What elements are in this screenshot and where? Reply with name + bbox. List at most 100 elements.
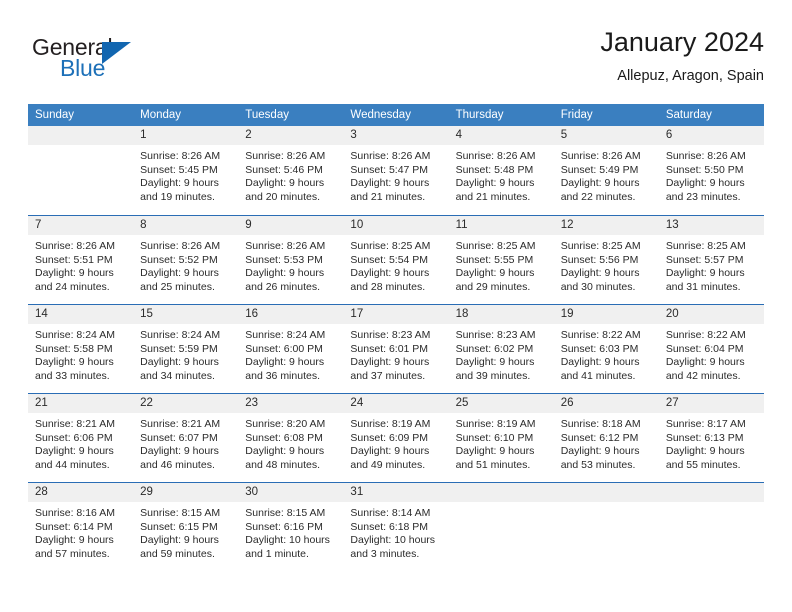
day-number-band: [28, 126, 134, 145]
daylight-line-2: and 31 minutes.: [665, 280, 741, 293]
daylight-line-2: and 55 minutes.: [665, 458, 741, 471]
sunrise-line: Sunrise: 8:23 AM: [350, 329, 431, 341]
sunrise-line: Sunrise: 8:26 AM: [245, 240, 326, 252]
day-number: 19: [560, 308, 574, 320]
sunrise-line: Sunrise: 8:26 AM: [350, 150, 431, 162]
day-number: 1: [140, 129, 147, 141]
general-blue-logo[interactable]: General Blue: [28, 34, 248, 90]
day-number: 21: [35, 397, 48, 409]
day-number-band: 10: [343, 216, 449, 235]
day-cell-6[interactable]: 6 Sunrise: 8:26 AM Sunset: 5:50 PM Daylight…: [658, 126, 764, 215]
sunset-line: Sunset: 6:00 PM: [245, 342, 323, 355]
sunrise-line: Sunrise: 8:19 AM: [350, 418, 431, 430]
day-cell-9[interactable]: 9 Sunrise: 8:26 AM Sunset: 5:53 PM Daylight…: [238, 216, 344, 304]
day-number: 27: [665, 397, 679, 409]
day-cell-details: Sunrise: 8:26 AM Sunset: 5:46 PM Daylight:…: [238, 145, 343, 204]
daylight-line-1: Daylight: 9 hours: [560, 177, 640, 189]
day-number-band: 8: [133, 216, 239, 235]
day-cell-28[interactable]: 28 Sunrise: 8:16 AM Sunset: 6:14 PM Dayligh…: [28, 483, 134, 571]
day-cell-31[interactable]: 31 Sunrise: 8:14 AM Sunset: 6:18 PM Dayligh…: [343, 483, 449, 571]
day-number: 29: [140, 486, 153, 498]
daylight-line-2: and 24 minutes.: [35, 280, 110, 293]
sunrise-line: Sunrise: 8:15 AM: [140, 507, 221, 519]
daylight-line-2: and 28 minutes.: [350, 280, 426, 293]
day-cell-26[interactable]: 26 Sunrise: 8:18 AM Sunset: 6:12 PM Dayligh…: [553, 394, 659, 482]
day-cell-23[interactable]: 23 Sunrise: 8:20 AM Sunset: 6:08 PM Dayligh…: [238, 394, 344, 482]
day-cell-16[interactable]: 16 Sunrise: 8:24 AM Sunset: 6:00 PM Dayligh…: [238, 305, 344, 393]
day-number: 12: [560, 219, 574, 231]
day-number-band: 9: [238, 216, 344, 235]
day-cell-details: [449, 502, 554, 507]
day-number-band: 12: [553, 216, 659, 235]
sunset-line: Sunset: 6:04 PM: [665, 342, 744, 355]
day-cell-21[interactable]: 21 Sunrise: 8:21 AM Sunset: 6:06 PM Dayligh…: [28, 394, 134, 482]
day-number-band: 24: [343, 394, 449, 413]
day-number: 4: [455, 129, 462, 141]
day-number: 30: [245, 486, 259, 498]
day-cell-11[interactable]: 11 Sunrise: 8:25 AM Sunset: 5:55 PM Dayligh…: [448, 216, 554, 304]
daylight-line-2: and 41 minutes.: [560, 369, 636, 382]
sunrise-line: Sunrise: 8:25 AM: [560, 240, 641, 252]
daylight-line-2: and 20 minutes.: [245, 190, 320, 203]
day-number: 18: [455, 308, 469, 320]
sunrise-line: Sunrise: 8:25 AM: [665, 240, 746, 252]
day-cell-15[interactable]: 15 Sunrise: 8:24 AM Sunset: 5:59 PM Dayligh…: [133, 305, 239, 393]
day-cell-29[interactable]: 29 Sunrise: 8:15 AM Sunset: 6:15 PM Dayligh…: [133, 483, 239, 571]
sunset-line: Sunset: 5:53 PM: [245, 253, 323, 266]
day-cell-25[interactable]: 25 Sunrise: 8:19 AM Sunset: 6:10 PM Dayligh…: [448, 394, 554, 482]
day-cell-18[interactable]: 18 Sunrise: 8:23 AM Sunset: 6:02 PM Dayligh…: [448, 305, 554, 393]
daylight-line-1: Daylight: 9 hours: [35, 534, 114, 546]
daylight-line-2: and 33 minutes.: [35, 369, 110, 382]
day-number: 23: [245, 397, 259, 409]
day-cell-details: Sunrise: 8:22 AM Sunset: 6:04 PM Daylight:…: [659, 324, 764, 383]
day-cell-17[interactable]: 17 Sunrise: 8:23 AM Sunset: 6:01 PM Dayligh…: [343, 305, 449, 393]
sunrise-line: Sunrise: 8:26 AM: [140, 240, 221, 252]
daylight-line-2: and 46 minutes.: [140, 458, 215, 471]
day-cell-20[interactable]: 20 Sunrise: 8:22 AM Sunset: 6:04 PM Dayligh…: [658, 305, 764, 393]
day-cell-10[interactable]: 10 Sunrise: 8:25 AM Sunset: 5:54 PM Dayligh…: [343, 216, 449, 304]
weekday-header-friday: Friday: [560, 109, 593, 121]
sunrise-line: Sunrise: 8:24 AM: [35, 329, 115, 341]
day-cell-7[interactable]: 7 Sunrise: 8:26 AM Sunset: 5:51 PM Daylight…: [28, 216, 134, 304]
day-cell-details: Sunrise: 8:25 AM Sunset: 5:54 PM Daylight:…: [343, 235, 448, 294]
sunset-line: Sunset: 5:55 PM: [455, 253, 534, 266]
sunrise-line: Sunrise: 8:26 AM: [140, 150, 221, 162]
day-cell-19[interactable]: 19 Sunrise: 8:22 AM Sunset: 6:03 PM Dayligh…: [553, 305, 659, 393]
day-cell-4[interactable]: 4 Sunrise: 8:26 AM Sunset: 5:48 PM Daylight…: [448, 126, 554, 215]
day-cell-24[interactable]: 24 Sunrise: 8:19 AM Sunset: 6:09 PM Dayligh…: [343, 394, 449, 482]
day-number: 26: [560, 397, 574, 409]
day-cell-30[interactable]: 30 Sunrise: 8:15 AM Sunset: 6:16 PM Dayligh…: [238, 483, 344, 571]
day-cell-details: Sunrise: 8:18 AM Sunset: 6:12 PM Daylight:…: [554, 413, 659, 472]
daylight-line-1: Daylight: 9 hours: [665, 267, 745, 279]
weekday-header-saturday: Saturday: [665, 109, 712, 121]
day-cell-13[interactable]: 13 Sunrise: 8:25 AM Sunset: 5:57 PM Dayligh…: [658, 216, 764, 304]
day-cell-2[interactable]: 2 Sunrise: 8:26 AM Sunset: 5:46 PM Daylight…: [238, 126, 344, 215]
day-cell-14[interactable]: 14 Sunrise: 8:24 AM Sunset: 5:58 PM Dayligh…: [28, 305, 134, 393]
day-cell-22[interactable]: 22 Sunrise: 8:21 AM Sunset: 6:07 PM Dayligh…: [133, 394, 239, 482]
sunset-line: Sunset: 6:13 PM: [665, 431, 744, 444]
daylight-line-2: and 34 minutes.: [140, 369, 215, 382]
day-cell-5[interactable]: 5 Sunrise: 8:26 AM Sunset: 5:49 PM Daylight…: [553, 126, 659, 215]
sunrise-line: Sunrise: 8:16 AM: [35, 507, 115, 519]
day-cell-1[interactable]: 1 Sunrise: 8:26 AM Sunset: 5:45 PM Daylight…: [133, 126, 239, 215]
daylight-line-1: Daylight: 9 hours: [245, 356, 325, 368]
sunset-line: Sunset: 6:12 PM: [560, 431, 639, 444]
day-number: 6: [665, 129, 673, 141]
daylight-line-1: Daylight: 9 hours: [350, 177, 430, 189]
daylight-line-1: Daylight: 9 hours: [350, 445, 430, 457]
day-number-band: 29: [133, 483, 239, 502]
day-cell-details: Sunrise: 8:15 AM Sunset: 6:16 PM Daylight:…: [238, 502, 343, 561]
day-cell-3[interactable]: 3 Sunrise: 8:26 AM Sunset: 5:47 PM Daylight…: [343, 126, 449, 215]
weekday-header-sunday: Sunday: [35, 109, 75, 121]
day-number: 25: [455, 397, 469, 409]
day-cell-details: Sunrise: 8:26 AM Sunset: 5:49 PM Daylight:…: [554, 145, 659, 204]
daylight-line-2: and 39 minutes.: [455, 369, 531, 382]
daylight-line-2: and 3 minutes.: [350, 547, 420, 560]
day-cell-8[interactable]: 8 Sunrise: 8:26 AM Sunset: 5:52 PM Daylight…: [133, 216, 239, 304]
day-cell-12[interactable]: 12 Sunrise: 8:25 AM Sunset: 5:56 PM Dayligh…: [553, 216, 659, 304]
daylight-line-1: Daylight: 9 hours: [350, 267, 430, 279]
day-cell-27[interactable]: 27 Sunrise: 8:17 AM Sunset: 6:13 PM Dayligh…: [658, 394, 764, 482]
calendar-week-row: 21 Sunrise: 8:21 AM Sunset: 6:06 PM Dayligh…: [28, 393, 764, 482]
calendar-grid: Sunday Monday Tuesday Wednesday Thursday Frid…: [28, 104, 764, 571]
sunrise-line: Sunrise: 8:26 AM: [665, 150, 746, 162]
